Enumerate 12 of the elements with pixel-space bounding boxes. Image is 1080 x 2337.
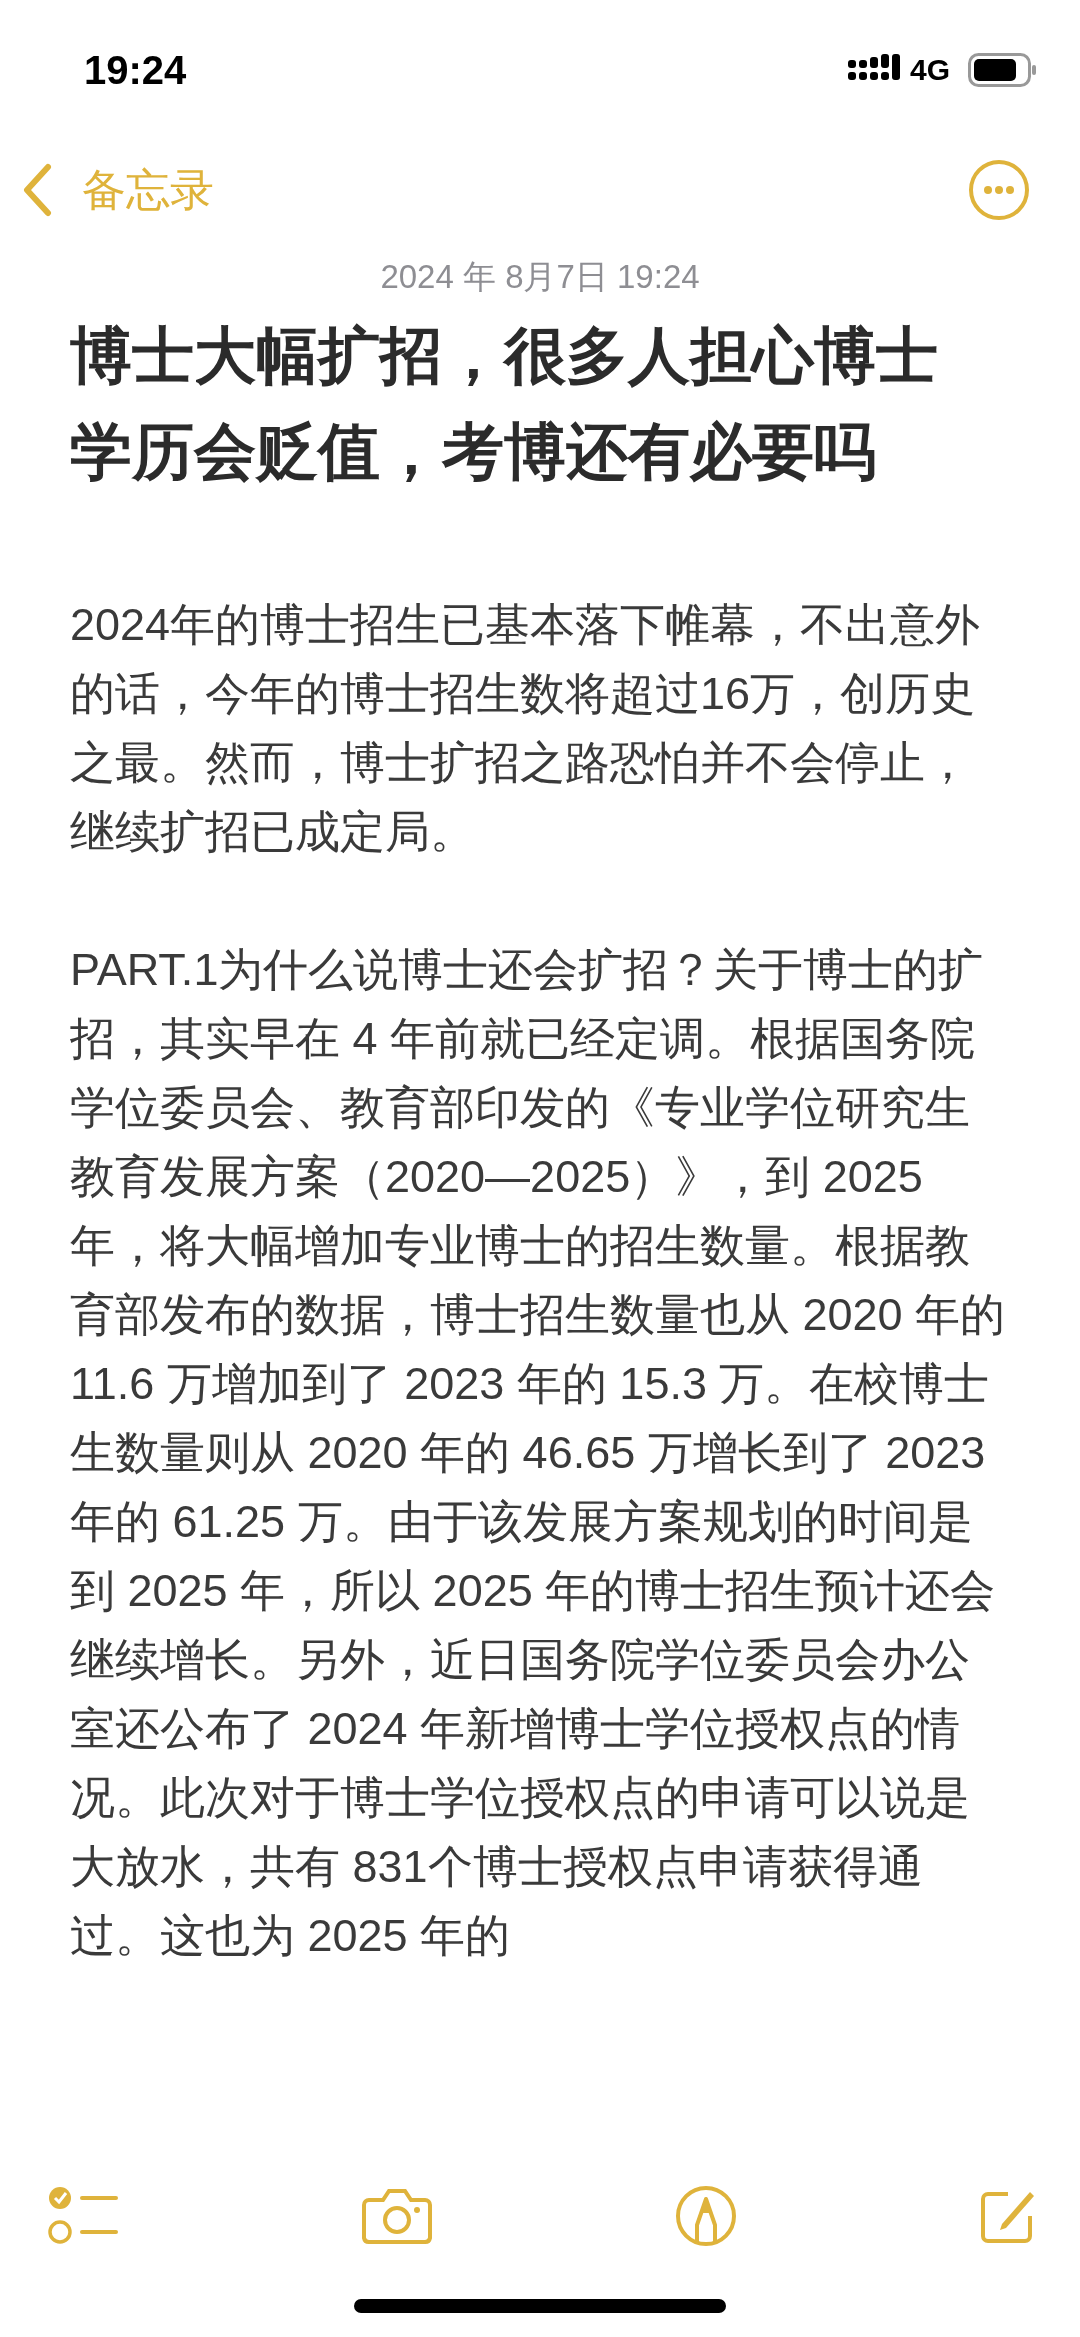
status-time: 19:24	[84, 47, 187, 93]
note-paragraph: PART.1为什么说博士还会扩招？关于博士的扩招，其实早在 4 年前就已经定调。根据国务院学位委员会、教育部印发的《专业学位研究生教育发展方案（2020—2025）》，到 2025 年，将大幅增加专业博士的招生数量。根据教育部发布的数据，博士招生数量也从 2020 年的 11.6 万增加到了 2023 年的 15.3 万。在校博士生数量则从 2020 年的 46.65 万增长到了 2023 年的 61.25 万。由于该发展方案规划的时间是到 2025 年，所以 2025 年的博士招生预计还会继续增长。另外，近日国务院学位委员会办公室还公布了 2024 年新增博士学位授权点的情况。此次对于博士学位授权点的申请可以说是大放水，共有 831个博士授权点申请获得通过。这也为 2025 年的	[70, 943, 1007, 1963]
camera-icon[interactable]	[361, 2188, 434, 2244]
note-paragraph: 2024年的博士招生已基本落下帷幕，不出意外的话，今年的博士招生数将超过16万，创历史之最。然而，博士扩招之路恐怕并不会停止，继续扩招已成定局。	[70, 598, 982, 859]
back-button[interactable]: 备忘录	[22, 160, 214, 220]
back-chevron-icon	[22, 163, 52, 217]
network-label: 4G	[909, 53, 950, 87]
note-date: 2024 年 8月7日 19:24	[379, 257, 701, 297]
markup-pen-icon[interactable]	[674, 2185, 737, 2247]
more-icon[interactable]	[968, 159, 1030, 221]
note-title: 博士大幅扩招，很多人担心博士学历会贬值，考博还有必要吗	[70, 320, 939, 488]
battery-icon	[968, 53, 1036, 87]
